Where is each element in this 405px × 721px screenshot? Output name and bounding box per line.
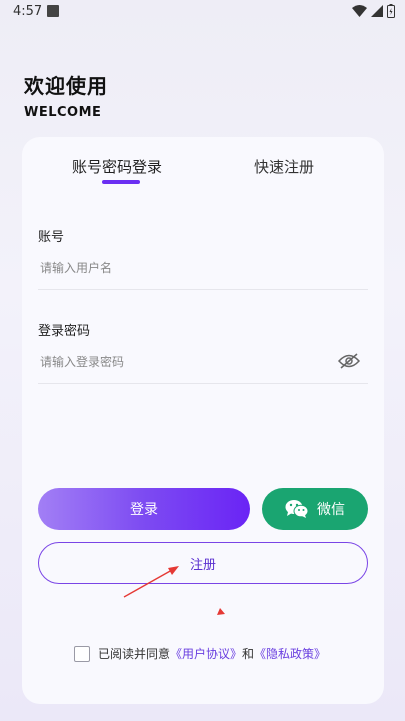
agreement-conjunction: 和 [242,647,255,661]
signal-icon [371,5,383,17]
wechat-login-button[interactable]: 微信 [262,488,368,530]
notification-app-icon [47,5,59,17]
register-button[interactable]: 注册 [38,542,368,584]
password-divider [38,383,368,384]
wechat-icon [285,500,309,518]
user-agreement-link[interactable]: 《用户协议》 [170,645,242,662]
password-input[interactable] [38,347,330,377]
agreement-prefix: 已阅读并同意 [98,647,171,661]
status-icons [352,4,395,18]
wechat-label: 微信 [317,502,345,518]
welcome-header: 欢迎使用 WELCOME [24,70,108,120]
account-input[interactable] [38,253,370,283]
privacy-policy-link[interactable]: 《隐私政策》 [254,645,326,662]
eye-hidden-icon[interactable] [338,353,360,369]
tab-quick-register[interactable]: 快速注册 [254,156,314,177]
login-card: 账号密码登录 快速注册 账号 登录密码 登录 微信 注册 已阅读并同意 《用户协… [22,137,384,704]
status-time: 4:57 [13,4,43,19]
tab-account-password-login[interactable]: 账号密码登录 [72,156,162,177]
account-label: 账号 [38,230,65,245]
status-bar: 4:57 [0,0,405,24]
wifi-icon [352,5,367,17]
agreement-row: 已阅读并同意 《用户协议》 和 《隐私政策》 [74,645,326,662]
page-subtitle: WELCOME [24,105,102,120]
active-tab-indicator [102,180,140,184]
account-divider [38,289,368,290]
battery-icon [387,4,395,18]
page-title: 欢迎使用 [24,74,108,98]
login-button[interactable]: 登录 [38,488,250,530]
agreement-checkbox[interactable] [74,645,90,662]
password-label: 登录密码 [38,324,91,339]
